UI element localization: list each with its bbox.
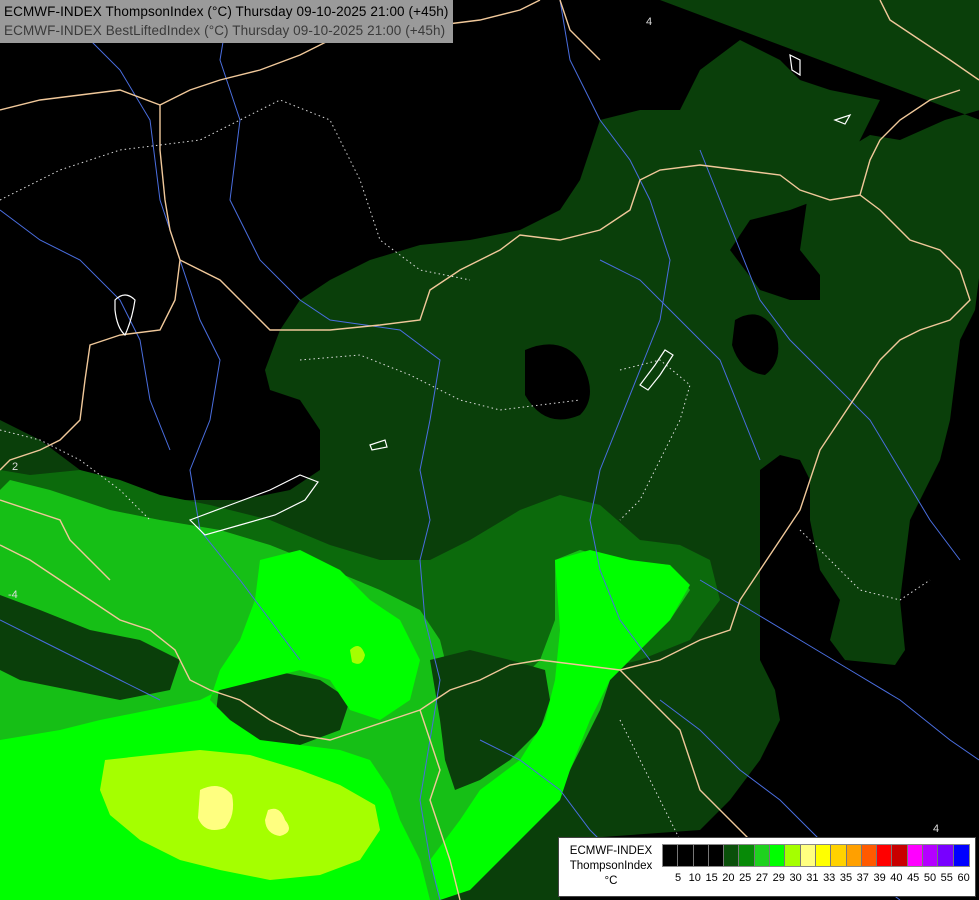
legend-tick-label: 25 [739,872,752,884]
legend-swatch [907,845,924,866]
isoline-label: -4 [8,589,18,601]
color-legend: ECMWF-INDEX ThompsonIndex °C 5 10 15 20 25 27… [558,837,976,897]
legend-tick-label: 31 [806,872,819,884]
legend-unit: °C [604,875,618,887]
legend-tick-label: 35 [839,872,853,884]
legend-swatch [892,845,908,866]
legend-swatch [846,845,862,866]
legend-swatch [663,845,679,866]
weather-map: 2 -4 4 4 [0,0,979,900]
legend-tick-label: 20 [722,872,735,884]
legend-swatch [938,845,954,866]
legend-tick-label: 5 [674,872,682,884]
map-title-box: ECMWF-INDEX ThompsonIndex (°C) Thursday … [0,0,453,43]
isoline-label: 2 [12,461,18,473]
map-title-bestlifted: ECMWF-INDEX BestLiftedIndex (°C) Thursda… [4,23,446,38]
legend-swatch [678,845,694,866]
legend-color-bar [662,844,970,867]
legend-label: ECMWF-INDEX ThompsonIndex °C [561,844,661,889]
legend-tick-label: 29 [772,872,785,884]
isoline-label: 4 [646,16,652,28]
legend-tick-label: 37 [856,872,869,884]
legend-swatch [815,845,832,866]
legend-tick-label: 55 [940,872,953,884]
legend-tick-label: 39 [873,872,886,884]
isoline-label: 4 [933,823,939,835]
legend-swatch [754,845,771,866]
legend-swatch [785,845,801,866]
legend-model: ECMWF-INDEX [569,845,653,857]
legend-swatch [831,845,847,866]
legend-tick-label: 33 [823,872,836,884]
legend-swatch [877,845,893,866]
legend-swatch [800,845,816,866]
legend-tick-label: 27 [755,872,769,884]
legend-swatch [708,845,725,866]
legend-tick-label: 45 [907,872,920,884]
legend-tick-label: 60 [957,872,970,884]
legend-tick-label: 50 [923,872,937,884]
map-title-thompson: ECMWF-INDEX ThompsonIndex (°C) Thursday … [4,4,449,19]
legend-tick-label: 15 [705,872,718,884]
legend-swatch [724,845,740,866]
legend-swatch [861,845,878,866]
legend-swatch [739,845,755,866]
legend-swatch [770,845,786,866]
legend-ticks: 5 10 15 20 25 27 29 30 31 33 35 37 39 40 45 50 55 60 [662,872,972,888]
legend-swatch [693,845,709,866]
legend-tick-label: 30 [789,872,802,884]
legend-tick-label: 40 [890,872,903,884]
legend-tick-label: 10 [688,872,701,884]
legend-swatch [923,845,939,866]
legend-swatch [953,845,969,866]
legend-parameter: ThompsonIndex [569,860,653,872]
